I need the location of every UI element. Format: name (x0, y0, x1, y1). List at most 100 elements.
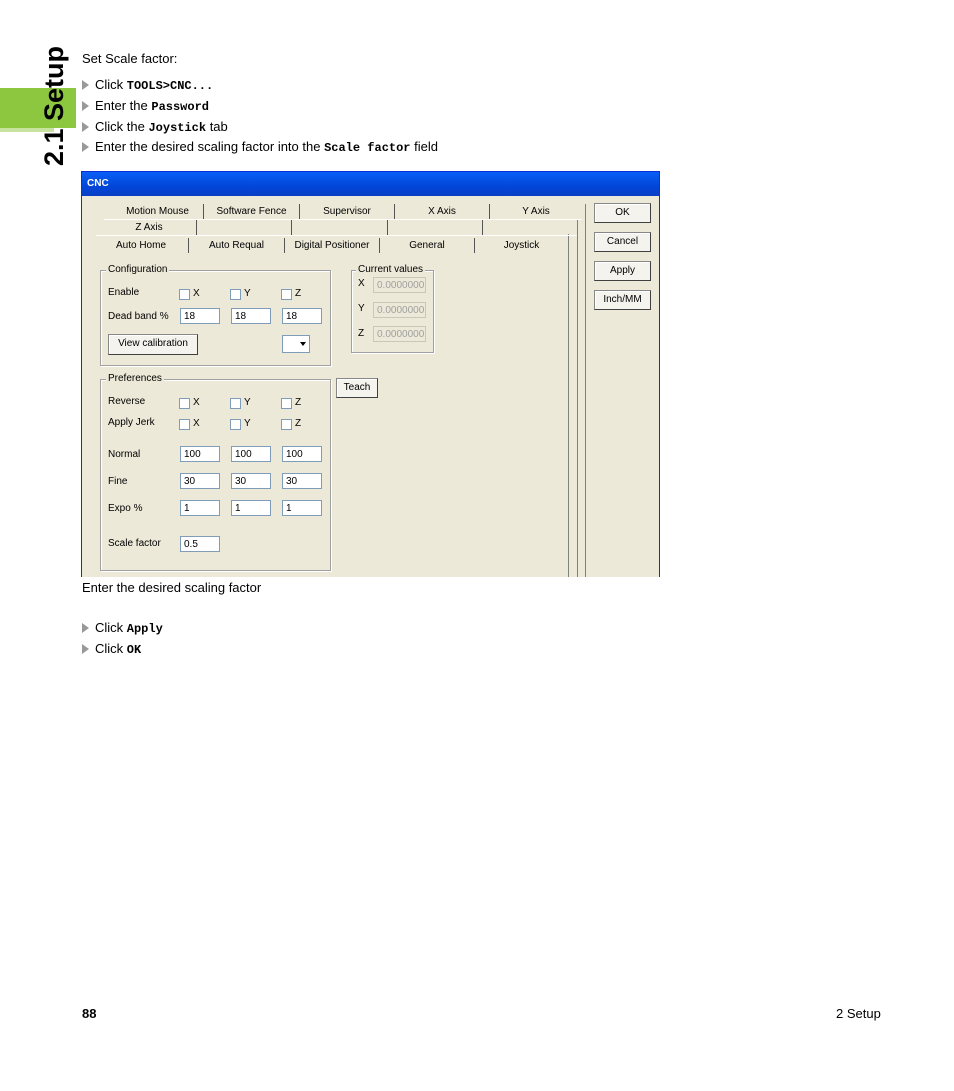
scale-factor-label: Scale factor (108, 538, 161, 549)
bullet-arrow-icon (82, 623, 89, 633)
step-text: Click (95, 641, 127, 656)
step-text: field (410, 139, 438, 154)
scale-factor-input[interactable]: 0.5 (180, 536, 220, 552)
bullet-arrow-icon (82, 644, 89, 654)
footer-chapter: 2 Setup (836, 1006, 881, 1021)
step-text: tab (206, 119, 228, 134)
expo-x-input[interactable]: 1 (180, 500, 220, 516)
current-y-value: 0.0000000 (373, 302, 426, 318)
reverse-label: Reverse (108, 396, 146, 407)
axis-y-label: Y (244, 418, 251, 429)
current-y-label: Y (358, 303, 365, 314)
bullet-arrow-icon (82, 101, 89, 111)
jerk-y-checkbox[interactable] (230, 419, 241, 430)
enable-label: Enable (108, 287, 140, 298)
expo-y-input[interactable]: 1 (231, 500, 271, 516)
deadband-x-input[interactable]: 18 (180, 308, 220, 324)
bullet-arrow-icon (82, 80, 89, 90)
axis-x-label: X (193, 397, 200, 408)
bullet-arrow-icon (82, 142, 89, 152)
teach-button[interactable]: Teach (336, 378, 378, 398)
tab-supervisor[interactable]: Supervisor (300, 204, 395, 219)
reverse-x-checkbox[interactable] (179, 398, 190, 409)
tab-x-axis[interactable]: X Axis (395, 204, 490, 219)
inch-mm-button[interactable]: Inch/MM (594, 290, 651, 310)
tab-empty[interactable] (197, 220, 292, 235)
step-apply: Click Apply (82, 620, 163, 637)
normal-x-input[interactable]: 100 (180, 446, 220, 462)
normal-label: Normal (108, 449, 141, 460)
reverse-z-checkbox[interactable] (281, 398, 292, 409)
tab-empty[interactable] (483, 220, 577, 235)
step-text: Click (95, 620, 127, 635)
normal-y-input[interactable]: 100 (231, 446, 271, 462)
axis-z-label: Z (295, 288, 302, 299)
tab-z-axis[interactable]: Z Axis (102, 220, 197, 235)
tab-stack-edge (577, 220, 578, 577)
fine-x-input[interactable]: 30 (180, 473, 220, 489)
tab-empty[interactable] (388, 220, 483, 235)
fine-z-input[interactable]: 30 (282, 473, 322, 489)
fine-y-input[interactable]: 30 (231, 473, 271, 489)
jerk-z-checkbox[interactable] (281, 419, 292, 430)
axis-y-label: Y (244, 288, 251, 299)
cancel-button[interactable]: Cancel (594, 232, 651, 252)
dialog-separator (585, 204, 586, 577)
tab-joystick[interactable]: Joystick (475, 238, 568, 253)
axis-z-label: Z (295, 397, 302, 408)
normal-z-input[interactable]: 100 (282, 446, 322, 462)
step-3: Click the Joystick tab (82, 119, 228, 136)
cnc-dialog: CNC Motion Mouse Software Fence Supervis… (81, 171, 660, 577)
reverse-y-checkbox[interactable] (230, 398, 241, 409)
deadband-y-input[interactable]: 18 (231, 308, 271, 324)
axis-x-label: X (193, 288, 200, 299)
tab-y-axis[interactable]: Y Axis (490, 204, 582, 219)
step-text: Click (95, 77, 127, 92)
enable-x-checkbox[interactable] (179, 289, 190, 300)
tab-general[interactable]: General (380, 238, 475, 253)
enable-y-checkbox[interactable] (230, 289, 241, 300)
step-code: TOOLS>CNC... (126, 79, 214, 93)
expo-z-input[interactable]: 1 (282, 500, 322, 516)
tab-row-divider (96, 235, 577, 236)
step-1: Click TOOLS>CNC... (82, 77, 213, 94)
current-z-label: Z (358, 328, 365, 339)
enable-z-checkbox[interactable] (281, 289, 292, 300)
step-code: OK (126, 643, 142, 657)
section-title: 2.1 Setup (39, 45, 69, 167)
configuration-title: Configuration (106, 264, 170, 276)
jerk-x-checkbox[interactable] (179, 419, 190, 430)
step-text: Enter the desired scaling factor into th… (95, 139, 325, 154)
step-text: Enter the (95, 98, 152, 113)
ok-button[interactable]: OK (594, 203, 651, 223)
tab-motion-mouse[interactable]: Motion Mouse (112, 204, 204, 219)
figure-caption: Enter the desired scaling factor (82, 580, 262, 595)
view-calibration-button[interactable]: View calibration (108, 334, 198, 355)
tab-digital-positioner[interactable]: Digital Positioner (285, 238, 380, 253)
deadband-z-input[interactable]: 18 (282, 308, 322, 324)
step-2: Enter the Password (82, 98, 209, 115)
intro-text: Set Scale factor: (82, 51, 178, 66)
step-ok: Click OK (82, 641, 141, 658)
step-code: Apply (126, 622, 163, 636)
tab-software-fence[interactable]: Software Fence (204, 204, 300, 219)
tab-auto-requal[interactable]: Auto Requal (189, 238, 285, 253)
axis-z-label: Z (295, 418, 302, 429)
apply-button[interactable]: Apply (594, 261, 651, 281)
deadband-label: Dead band % (108, 311, 169, 322)
tab-empty[interactable] (292, 220, 388, 235)
fine-label: Fine (108, 476, 128, 487)
current-z-value: 0.0000000 (373, 326, 426, 342)
step-code: Joystick (148, 121, 207, 135)
calibration-select[interactable] (282, 335, 310, 353)
axis-y-label: Y (244, 397, 251, 408)
tab-panel-right-edge (568, 234, 569, 577)
current-values-title: Current values (356, 264, 426, 276)
step-code: Password (151, 100, 209, 114)
current-x-value: 0.0000000 (373, 277, 426, 293)
current-x-label: X (358, 278, 365, 289)
tab-auto-home[interactable]: Auto Home (94, 238, 189, 253)
axis-x-label: X (193, 418, 200, 429)
preferences-title: Preferences (106, 373, 164, 385)
dropdown-arrow-icon (300, 342, 306, 346)
